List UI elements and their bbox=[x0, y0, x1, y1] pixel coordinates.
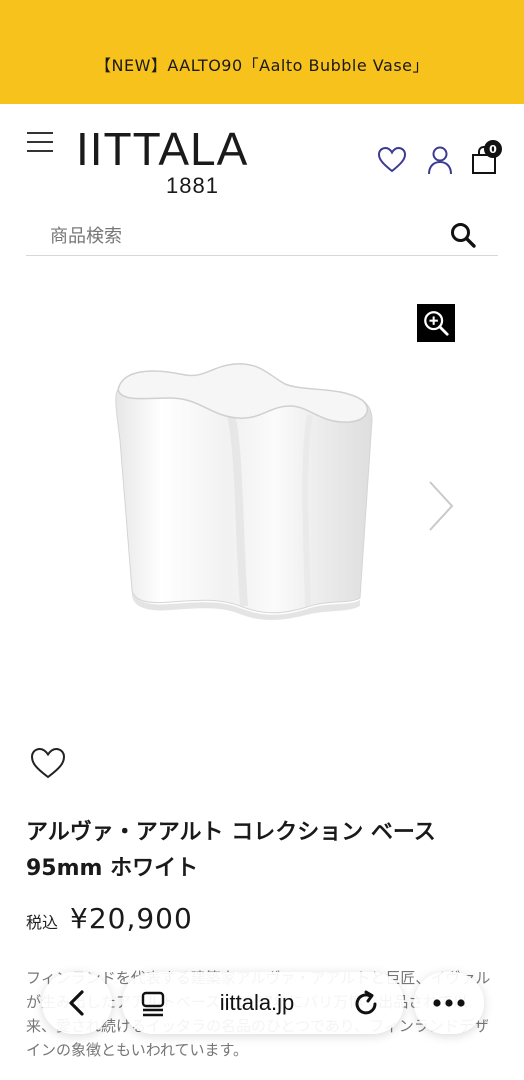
logo-name: IITTALA bbox=[76, 123, 249, 175]
cart-bag-icon[interactable]: 0 bbox=[468, 140, 502, 176]
search-icon[interactable] bbox=[448, 220, 478, 250]
search-bar bbox=[26, 214, 498, 256]
tax-label: 税込 bbox=[26, 913, 59, 932]
site-header: IITTALA 1881 0 bbox=[0, 104, 524, 214]
price-amount: ¥20,900 bbox=[70, 902, 193, 935]
product-price: 税込 ¥20,900 bbox=[26, 902, 193, 942]
logo-year: 1881 bbox=[166, 173, 219, 198]
wishlist-heart-icon[interactable] bbox=[376, 144, 408, 176]
promo-banner[interactable]: 【NEW】AALTO90「Aalto Bubble Vase」 bbox=[0, 0, 524, 104]
tabs-icon[interactable] bbox=[138, 989, 168, 1019]
chevron-left-icon bbox=[69, 990, 84, 1016]
more-dots-icon bbox=[433, 999, 465, 1007]
product-image-vase bbox=[115, 363, 373, 620]
more-options-button[interactable] bbox=[414, 972, 484, 1034]
iittala-logo[interactable]: IITTALA 1881 bbox=[76, 123, 249, 202]
product-gallery[interactable] bbox=[0, 280, 524, 720]
cart-count-badge: 0 bbox=[484, 140, 502, 158]
address-pill: iittala.jp bbox=[122, 972, 404, 1034]
reload-icon[interactable] bbox=[350, 988, 382, 1020]
favorite-heart-icon[interactable] bbox=[29, 745, 67, 781]
url-text[interactable]: iittala.jp bbox=[182, 988, 332, 1018]
zoom-in-icon[interactable] bbox=[417, 304, 455, 342]
chevron-right-icon[interactable] bbox=[420, 478, 460, 534]
browser-toolbar: iittala.jp bbox=[30, 970, 486, 1036]
promo-text[interactable]: 【NEW】AALTO90「Aalto Bubble Vase」 bbox=[95, 52, 429, 76]
product-title: アルヴァ・アアルト コレクション ベース 95mm ホワイト bbox=[26, 820, 436, 881]
search-input[interactable] bbox=[50, 220, 430, 252]
menu-icon[interactable] bbox=[27, 132, 53, 154]
account-user-icon[interactable] bbox=[424, 144, 456, 176]
back-button[interactable] bbox=[42, 972, 112, 1034]
